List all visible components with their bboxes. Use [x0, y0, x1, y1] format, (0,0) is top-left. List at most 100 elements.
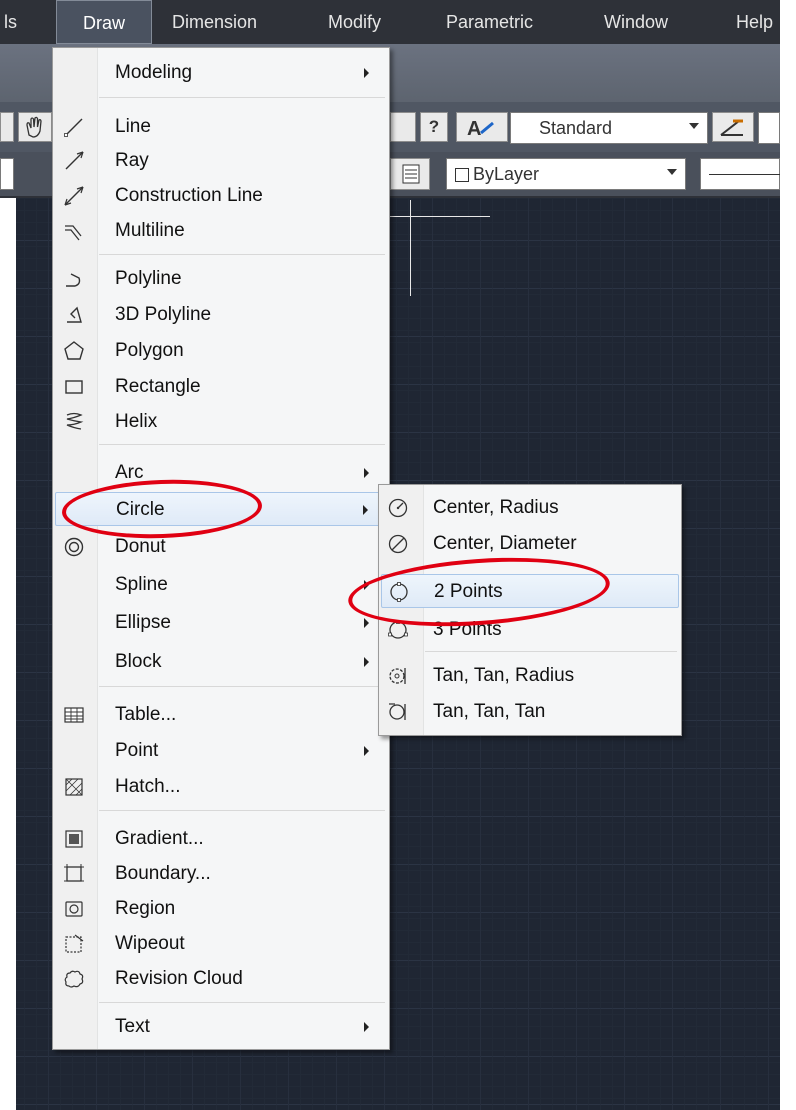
submenu-arrow-icon	[364, 1022, 369, 1032]
tan-tan-radius-icon	[389, 668, 406, 684]
menu-item-label: Center, Radius	[433, 497, 559, 518]
polyline-icon	[66, 273, 81, 287]
menu-item-revision-cloud[interactable]: Revision Cloud	[55, 962, 387, 996]
menu-item-label: Line	[115, 116, 151, 137]
table-icon	[64, 707, 84, 723]
menu-modify[interactable]: Modify	[328, 0, 381, 44]
dimension-style-button[interactable]	[712, 112, 754, 142]
menu-item-label: Polyline	[115, 268, 182, 289]
text-style-dropdown[interactable]: Standard	[510, 112, 708, 144]
menu-item-tan-tan-radius[interactable]: Tan, Tan, Radius	[381, 659, 679, 693]
menu-item-tan-tan-tan[interactable]: Tan, Tan, Tan	[381, 695, 679, 729]
menu-item-label: Text	[115, 1016, 150, 1037]
menu-item-ray[interactable]: Ray	[55, 144, 387, 178]
menu-separator	[99, 1002, 385, 1003]
dimension-style-dropdown-partial[interactable]	[758, 112, 780, 144]
menu-item-text[interactable]: Text	[55, 1010, 387, 1044]
menu-item-center-radius[interactable]: Center, Radius	[381, 491, 679, 525]
menu-separator	[425, 651, 677, 652]
toolbar-button-partial-2[interactable]	[390, 112, 416, 142]
center-diameter-icon	[388, 534, 408, 554]
menu-item-label: Ray	[115, 150, 149, 171]
menu-item-label: Boundary...	[115, 863, 211, 884]
pan-button[interactable]	[18, 112, 52, 142]
linetype-preview	[709, 174, 781, 175]
menu-item-label: Center, Diameter	[433, 533, 577, 554]
menu-item-3d-polyline[interactable]: 3D Polyline	[55, 298, 387, 332]
menu-item-line[interactable]: Line	[55, 110, 387, 144]
menu-item-gradient[interactable]: Gradient...	[55, 822, 387, 856]
menu-item-label: Ellipse	[115, 612, 171, 633]
region-icon	[65, 901, 83, 917]
menu-item-label: Spline	[115, 574, 168, 595]
submenu-arrow-icon	[364, 657, 369, 667]
menu-item-label: Wipeout	[115, 933, 185, 954]
menu-item-polyline[interactable]: Polyline	[55, 262, 387, 296]
menu-item-helix[interactable]: Helix	[55, 405, 387, 439]
menu-help[interactable]: Help	[736, 0, 780, 44]
menu-item-region[interactable]: Region	[55, 892, 387, 926]
layer-combo-partial[interactable]	[0, 158, 14, 190]
draw-menu: Modeling Line Ray Construction Line Mult…	[52, 47, 390, 1050]
menu-item-spline[interactable]: Spline	[55, 568, 387, 602]
chevron-down-icon	[667, 169, 677, 175]
menu-item-label: Multiline	[115, 220, 185, 241]
dimension-style-icon	[720, 119, 743, 136]
menu-item-rectangle[interactable]: Rectangle	[55, 370, 387, 404]
menu-item-label: 3D Polyline	[115, 304, 212, 325]
linetype-control-dropdown[interactable]	[700, 158, 781, 190]
menu-item-label: Point	[115, 740, 159, 761]
menu-item-multiline[interactable]: Multiline	[55, 214, 387, 248]
3d-polyline-icon	[67, 306, 82, 323]
color-value: ByLayer	[473, 164, 540, 184]
submenu-arrow-icon	[364, 746, 369, 756]
menu-item-label: Rectangle	[115, 376, 201, 397]
text-style-icon: A	[467, 118, 494, 140]
ray-icon	[65, 151, 84, 170]
layer-properties-icon	[402, 164, 420, 184]
revision-cloud-icon	[64, 970, 84, 988]
menu-dimension[interactable]: Dimension	[172, 0, 257, 44]
toolbar-button-partial[interactable]	[0, 112, 14, 142]
menu-item-wipeout[interactable]: Wipeout	[55, 927, 387, 961]
helix-icon	[66, 412, 84, 430]
text-style-manager-button[interactable]: A	[456, 112, 508, 142]
menu-item-polygon[interactable]: Polygon	[55, 334, 387, 368]
help-button[interactable]: ?	[420, 112, 448, 142]
menu-parametric[interactable]: Parametric	[446, 0, 533, 44]
menu-item-construction-line[interactable]: Construction Line	[55, 179, 387, 213]
chevron-down-icon	[689, 123, 699, 129]
menu-item-block[interactable]: Block	[55, 645, 387, 679]
menu-separator	[99, 810, 385, 811]
svg-text:A: A	[467, 118, 481, 140]
text-style-value: Standard	[539, 118, 613, 138]
menu-item-label: Helix	[115, 411, 158, 432]
submenu-arrow-icon	[364, 468, 369, 478]
menu-item-label: Revision Cloud	[115, 968, 243, 989]
hatch-icon	[65, 778, 83, 796]
line-icon	[64, 118, 83, 137]
menu-tools-partial[interactable]: ls	[0, 0, 34, 44]
construction-line-icon	[64, 186, 84, 206]
match-properties-button[interactable]	[390, 158, 430, 190]
menu-draw[interactable]: Draw	[56, 0, 152, 44]
wipeout-icon	[65, 934, 84, 953]
menu-item-label: Tan, Tan, Tan	[433, 701, 546, 722]
menu-item-label: Construction Line	[115, 185, 263, 206]
menu-item-donut[interactable]: Donut	[55, 530, 387, 564]
left-border	[0, 198, 16, 1110]
menu-item-label: Donut	[115, 536, 166, 557]
menu-item-modeling[interactable]: Modeling	[55, 56, 387, 90]
menu-item-table[interactable]: Table...	[55, 698, 387, 732]
menu-item-point[interactable]: Point	[55, 734, 387, 768]
menu-window[interactable]: Window	[604, 0, 668, 44]
menu-item-ellipse[interactable]: Ellipse	[55, 606, 387, 640]
menu-item-hatch[interactable]: Hatch...	[55, 770, 387, 804]
gradient-icon	[65, 830, 83, 848]
menu-item-center-diameter[interactable]: Center, Diameter	[381, 527, 679, 561]
color-control-dropdown[interactable]: ByLayer	[446, 158, 686, 190]
menu-separator	[99, 444, 385, 445]
menu-item-boundary[interactable]: Boundary...	[55, 857, 387, 891]
menu-item-label: Region	[115, 898, 176, 919]
menu-item-label: Tan, Tan, Radius	[433, 665, 575, 686]
